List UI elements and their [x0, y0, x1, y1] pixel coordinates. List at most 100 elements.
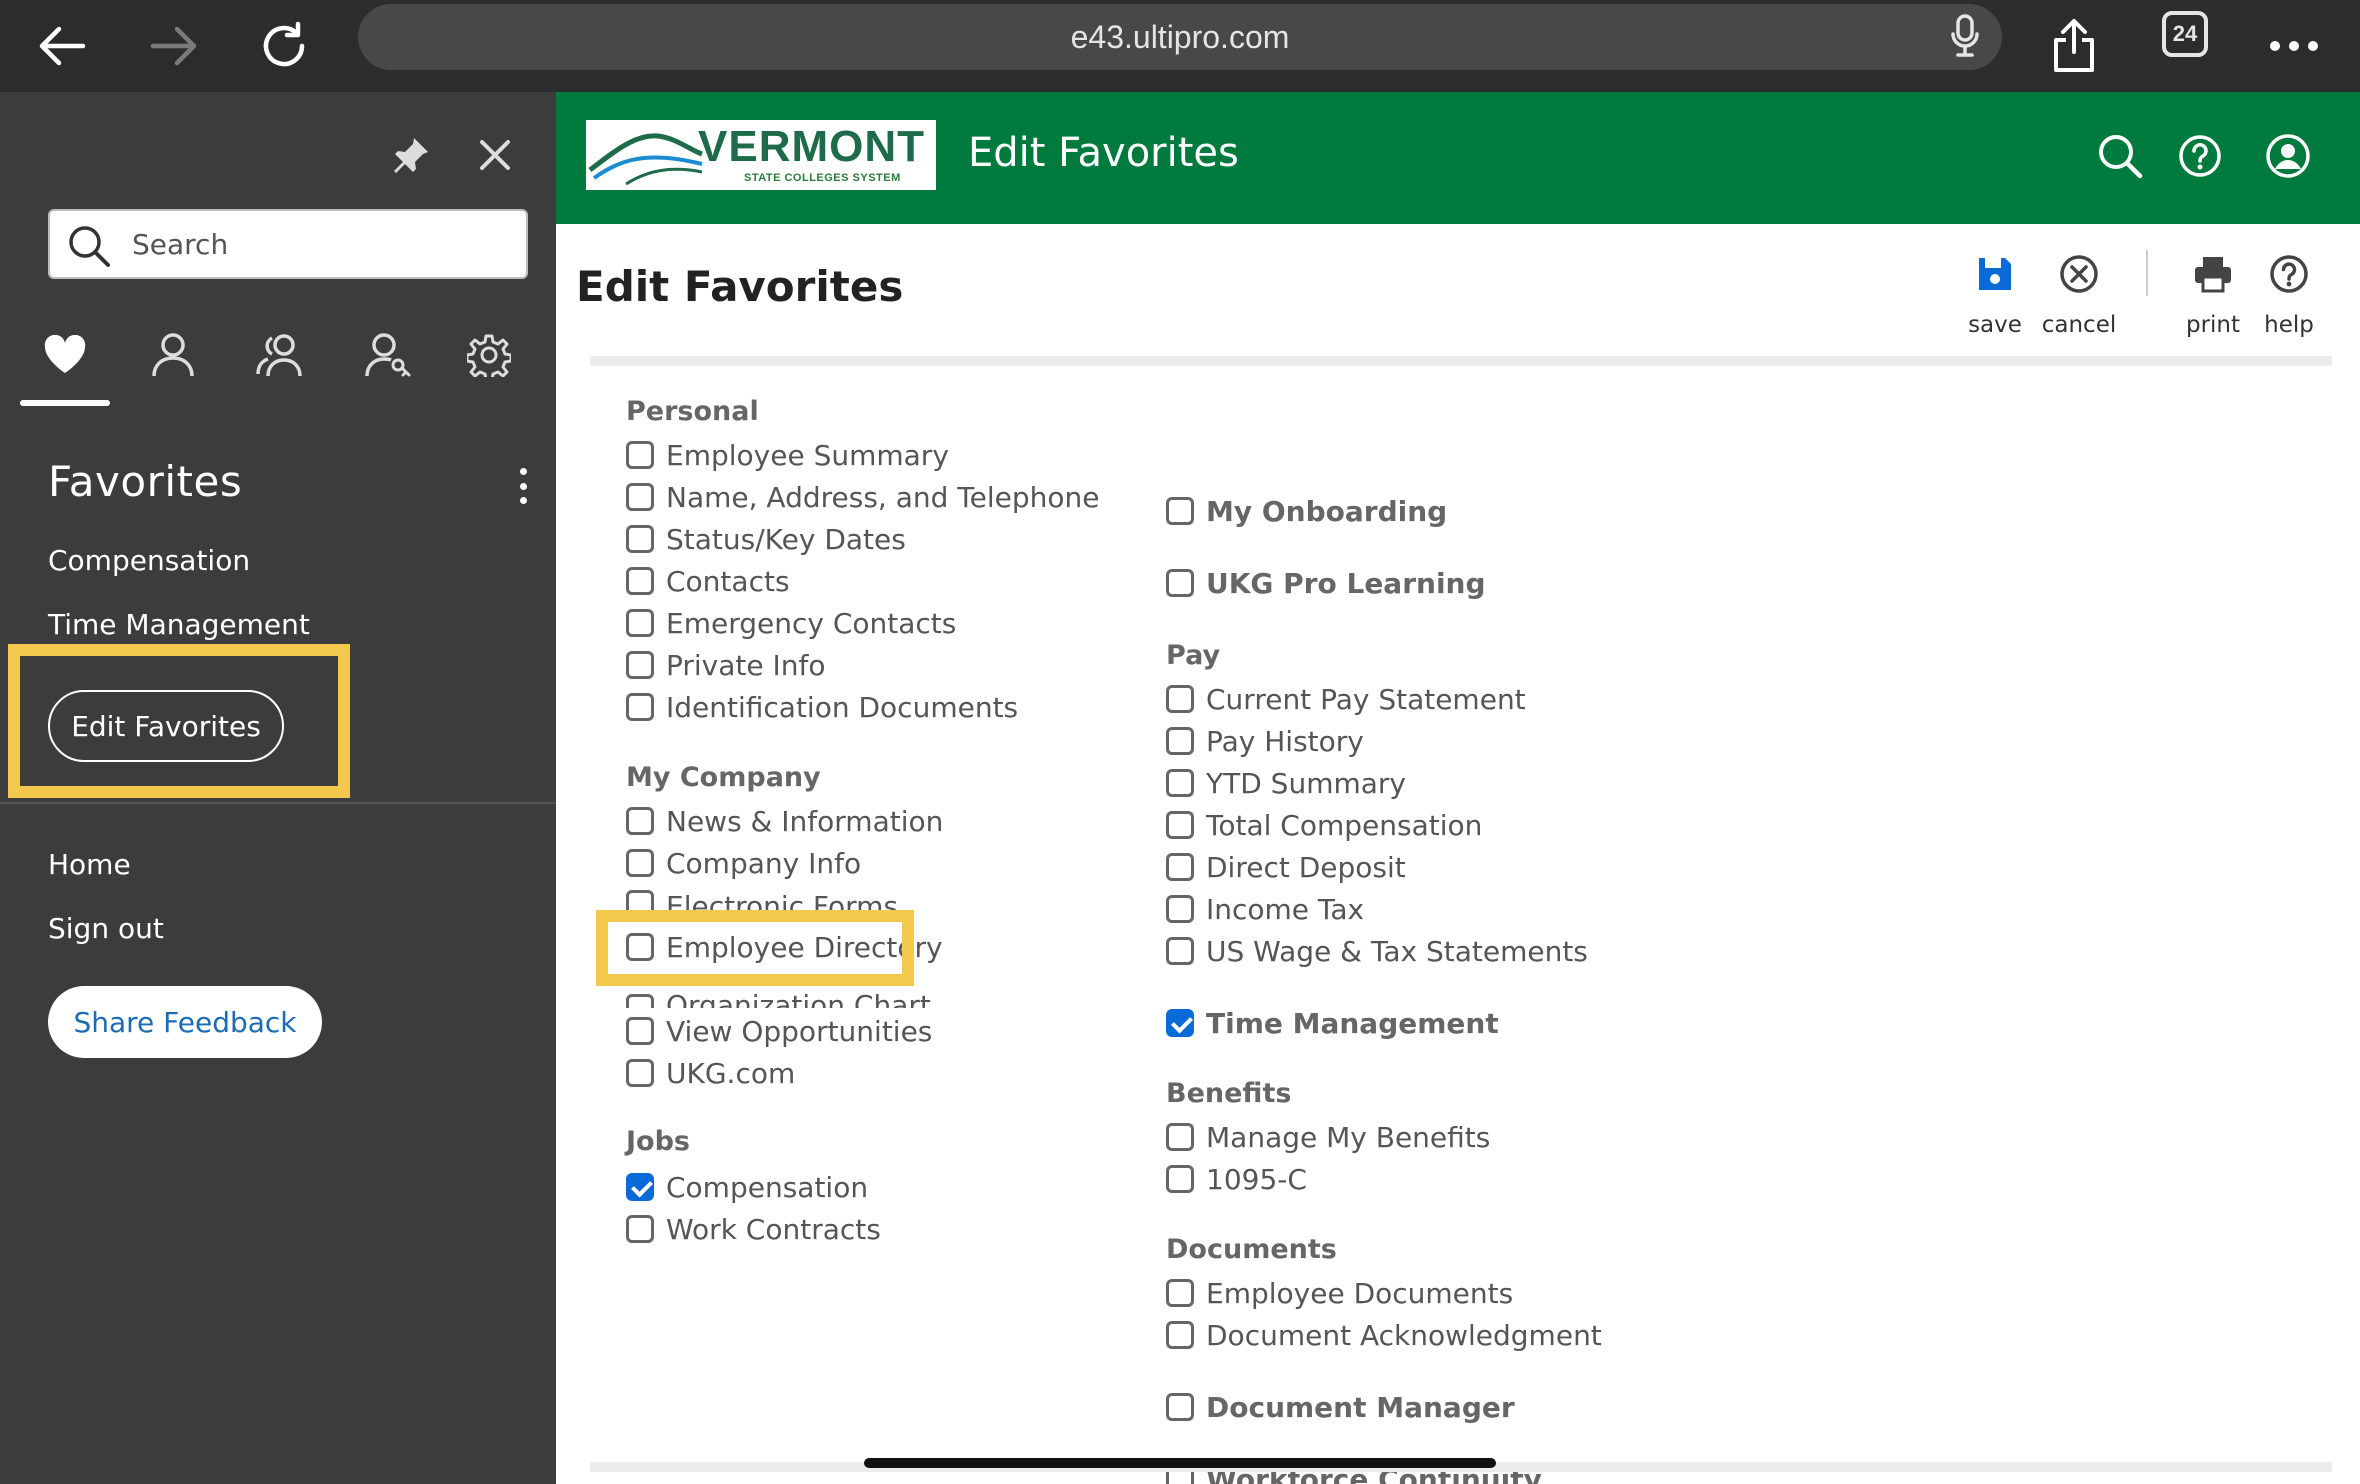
checkbox-item[interactable]: Name, Address, and Telephone	[626, 478, 1100, 516]
back-arrow-icon[interactable]	[22, 6, 102, 86]
checkbox-item[interactable]: Document Acknowledgment	[1166, 1316, 1602, 1354]
help-icon[interactable]	[2170, 126, 2230, 186]
checkbox[interactable]	[1166, 853, 1194, 881]
section-heading-my-company: My Company	[626, 762, 821, 793]
section-heading-personal: Personal	[626, 396, 759, 427]
checkbox[interactable]	[1166, 727, 1194, 755]
share-icon[interactable]	[2034, 6, 2114, 86]
checkbox-item[interactable]: Employee Documents	[1166, 1274, 1513, 1312]
checkbox-item[interactable]: Total Compensation	[1166, 806, 1482, 844]
checkbox-item-time-management[interactable]: Time Management	[1166, 1004, 1499, 1042]
checkbox-item[interactable]: Direct Deposit	[1166, 848, 1406, 886]
search-icon[interactable]	[2090, 126, 2150, 186]
checkbox[interactable]	[626, 567, 654, 595]
checkbox[interactable]	[1166, 497, 1194, 525]
pin-icon[interactable]	[386, 130, 436, 180]
favorites-menu-icon[interactable]	[508, 464, 538, 508]
microphone-icon[interactable]	[1950, 14, 1980, 62]
tabs-count-button[interactable]: 24	[2162, 11, 2208, 57]
checkbox[interactable]	[626, 441, 654, 469]
checkbox-item[interactable]: YTD Summary	[1166, 764, 1406, 802]
checkbox-label: Document Acknowledgment	[1206, 1318, 1602, 1352]
sign-out-link[interactable]: Sign out	[48, 912, 164, 945]
checkbox-item[interactable]: Organization Chart	[626, 988, 931, 1008]
checkbox-item[interactable]: 1095-C	[1166, 1160, 1307, 1198]
browser-toolbar: e43.ultipro.com 24	[0, 0, 2360, 92]
checkbox-item[interactable]: Emergency Contacts	[626, 604, 956, 642]
user-account-icon[interactable]	[2258, 126, 2318, 186]
checkbox-item[interactable]: Private Info	[626, 646, 826, 684]
help-button[interactable]: help	[2244, 244, 2334, 338]
favorite-link-compensation[interactable]: Compensation	[48, 544, 250, 577]
address-bar[interactable]: e43.ultipro.com	[358, 4, 2002, 70]
checkbox[interactable]	[1166, 811, 1194, 839]
checkbox[interactable]	[626, 609, 654, 637]
person-icon[interactable]	[146, 328, 200, 382]
home-link[interactable]: Home	[48, 848, 131, 881]
person-key-icon[interactable]	[360, 328, 416, 382]
checkbox[interactable]	[626, 1059, 654, 1087]
checkbox-item[interactable]: Income Tax	[1166, 890, 1364, 928]
checkbox[interactable]	[626, 693, 654, 721]
checkbox-item[interactable]: Company Info	[626, 844, 861, 882]
close-icon[interactable]	[470, 130, 520, 180]
checkbox[interactable]	[1166, 895, 1194, 923]
checkbox-item[interactable]: Status/Key Dates	[626, 520, 906, 558]
checkbox-label: Employee Documents	[1206, 1276, 1514, 1310]
checkbox-item[interactable]: Employee Summary	[626, 436, 949, 474]
app-header: VERMONT STATE COLLEGES SYSTEM Edit Favor…	[556, 92, 2360, 224]
checkbox[interactable]	[1166, 1279, 1194, 1307]
checkbox-item[interactable]: Contacts	[626, 562, 790, 600]
more-options-icon[interactable]	[2254, 6, 2334, 86]
cancel-button[interactable]: cancel	[2034, 244, 2124, 338]
people-icon[interactable]	[250, 328, 310, 382]
checkbox-label: My Onboarding	[1206, 494, 1448, 528]
share-feedback-button[interactable]: Share Feedback	[48, 986, 322, 1058]
logo-subtext: STATE COLLEGES SYSTEM	[744, 172, 901, 184]
checkbox-item[interactable]: Current Pay Statement	[1166, 680, 1526, 718]
reload-icon[interactable]	[244, 6, 324, 86]
checkbox[interactable]	[626, 651, 654, 679]
checkbox-item[interactable]: Electronic Forms	[626, 886, 898, 912]
checkbox-item[interactable]: My Onboarding	[1166, 492, 1447, 530]
checkbox[interactable]	[626, 849, 654, 877]
checkbox[interactable]	[626, 994, 654, 1008]
heart-icon[interactable]	[40, 330, 90, 380]
checkbox[interactable]	[626, 525, 654, 553]
checkbox-item[interactable]: Compensation	[626, 1168, 868, 1206]
checkbox[interactable]	[1166, 769, 1194, 797]
search-icon	[66, 223, 112, 269]
checkbox[interactable]	[626, 807, 654, 835]
checkbox[interactable]	[626, 1215, 654, 1243]
checkbox[interactable]	[1166, 1123, 1194, 1151]
checkbox[interactable]	[1166, 937, 1194, 965]
checkbox-item[interactable]: View Opportunities	[626, 1012, 932, 1050]
checkbox[interactable]	[626, 890, 654, 912]
forward-arrow-icon[interactable]	[134, 6, 214, 86]
checkbox[interactable]	[1166, 1321, 1194, 1349]
checkbox[interactable]	[1166, 569, 1194, 597]
checkbox-item[interactable]: Document Manager	[1166, 1388, 1515, 1426]
checkbox-item[interactable]: US Wage & Tax Statements	[1166, 932, 1588, 970]
checkbox-label: News & Information	[666, 804, 944, 838]
checkbox[interactable]	[1166, 1165, 1194, 1193]
checkbox[interactable]	[626, 1017, 654, 1045]
checkbox-checked[interactable]	[1166, 1009, 1194, 1037]
search-input[interactable]	[132, 211, 512, 277]
checkbox-checked[interactable]	[626, 1173, 654, 1201]
checkbox-item[interactable]: UKG.com	[626, 1054, 795, 1092]
search-field[interactable]	[48, 209, 528, 279]
checkbox-item[interactable]: Pay History	[1166, 722, 1364, 760]
save-button[interactable]: save	[1950, 244, 2040, 338]
checkbox-item[interactable]: Work Contracts	[626, 1210, 881, 1248]
checkbox-item[interactable]: News & Information	[626, 802, 943, 840]
gear-icon[interactable]	[462, 328, 516, 382]
checkbox[interactable]	[1166, 685, 1194, 713]
checkbox[interactable]	[626, 483, 654, 511]
checkbox-item[interactable]: Manage My Benefits	[1166, 1118, 1490, 1156]
checkbox[interactable]	[1166, 1393, 1194, 1421]
checkbox-item[interactable]: Identification Documents	[626, 688, 1018, 726]
home-indicator[interactable]	[864, 1458, 1496, 1468]
checkbox-item[interactable]: UKG Pro Learning	[1166, 564, 1486, 602]
favorite-link-time-management[interactable]: Time Management	[48, 608, 310, 641]
